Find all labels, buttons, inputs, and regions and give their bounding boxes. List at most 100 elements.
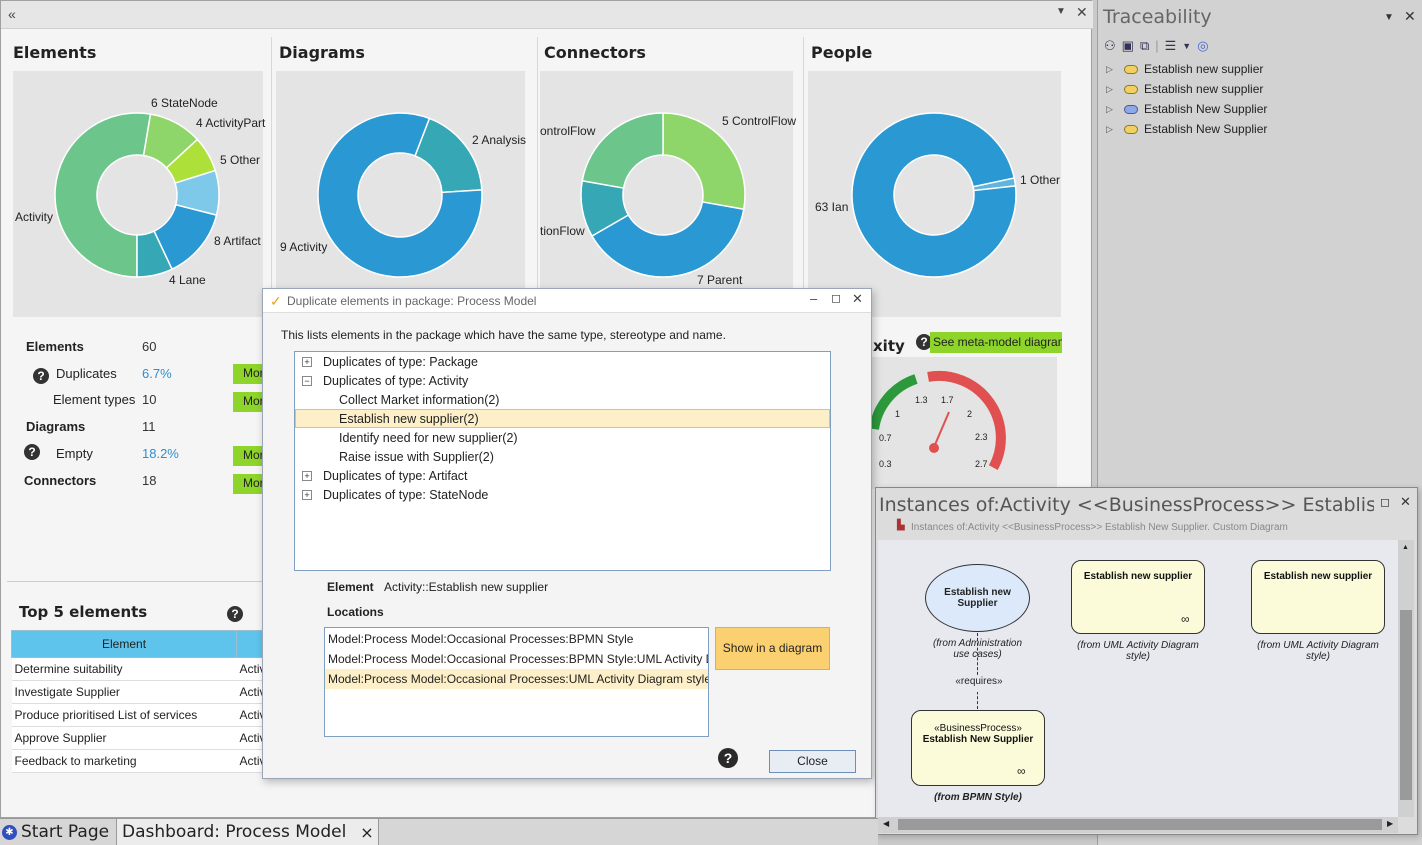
- diagram-canvas[interactable]: Establish new Supplier (from Administrat…: [878, 540, 1398, 817]
- expand-icon[interactable]: ▷: [1106, 124, 1116, 135]
- close-icon[interactable]: ✕: [1404, 8, 1416, 25]
- stat-duplicates-value[interactable]: 6.7%: [142, 366, 172, 381]
- vertical-scrollbar[interactable]: ▲: [1398, 540, 1414, 817]
- help-icon[interactable]: ?: [24, 444, 40, 460]
- location-item-selected[interactable]: Model:Process Model:Occasional Processes…: [325, 669, 708, 689]
- chart-label: 4 Lane: [169, 273, 206, 287]
- stat-empty-value[interactable]: 18.2%: [142, 446, 179, 461]
- scroll-right-icon[interactable]: ▶: [1387, 819, 1393, 828]
- tab-start-page[interactable]: ✱ Start Page: [2, 819, 116, 845]
- divider: [7, 581, 267, 582]
- help-icon[interactable]: ?: [718, 748, 738, 768]
- close-icon[interactable]: ✕: [1400, 494, 1411, 510]
- dropdown-icon[interactable]: ▼: [1056, 6, 1066, 17]
- close-icon[interactable]: ✕: [1076, 4, 1088, 21]
- activity-icon: [1124, 64, 1138, 74]
- tree-node[interactable]: Raise issue with Supplier(2): [295, 447, 830, 466]
- show-in-diagram-button[interactable]: Show in a diagram: [715, 627, 830, 670]
- gauge-tick: 1.7: [941, 395, 954, 405]
- filter-icon[interactable]: ☰: [1165, 38, 1177, 54]
- tree-node[interactable]: Identify need for new supplier(2): [295, 428, 830, 447]
- expand-icon[interactable]: ▷: [1106, 104, 1116, 115]
- help-icon[interactable]: ?: [227, 606, 243, 622]
- location-item[interactable]: Model:Process Model:Occasional Processes…: [325, 629, 708, 649]
- tree-node[interactable]: − Duplicates of type: Activity: [295, 371, 830, 390]
- collapse-icon[interactable]: «: [8, 6, 16, 22]
- scroll-left-icon[interactable]: ◀: [883, 819, 889, 828]
- expand-icon[interactable]: +: [302, 356, 312, 367]
- table-row[interactable]: Feedback to marketing Activ: [11, 749, 273, 773]
- meta-model-button[interactable]: See meta-model diagram: [930, 332, 1062, 353]
- gauge-red-arc: [927, 370, 1006, 471]
- usecase-node[interactable]: Establish new Supplier: [925, 564, 1030, 632]
- tree-item[interactable]: ▷ Establish New Supplier: [1106, 99, 1267, 119]
- panel-title-diagrams: Diagrams: [279, 43, 365, 62]
- tree-node-label: Duplicates of type: Artifact: [323, 468, 468, 483]
- duplicates-dialog: ✓ Duplicate elements in package: Process…: [262, 288, 872, 779]
- diagram-icon[interactable]: ⧉: [1140, 38, 1149, 54]
- close-icon[interactable]: ✕: [852, 291, 863, 307]
- panel-title-people: People: [811, 43, 873, 62]
- chart-label: 8 Artifact: [214, 234, 261, 248]
- table-row[interactable]: Investigate Supplier Activ: [11, 680, 273, 704]
- gauge-green-arc: [871, 374, 918, 430]
- binoculars-icon[interactable]: ⚇: [1104, 38, 1116, 54]
- expand-icon[interactable]: ▷: [1106, 64, 1116, 75]
- help-icon[interactable]: ◎: [1197, 38, 1208, 54]
- gauge-svg: [871, 370, 1006, 471]
- scroll-up-icon[interactable]: ▲: [1402, 544, 1409, 551]
- tree-node-selected[interactable]: Establish new supplier(2): [295, 409, 830, 428]
- expand-icon[interactable]: +: [302, 470, 312, 481]
- tree-node[interactable]: + Duplicates of type: Artifact: [295, 466, 830, 485]
- close-button[interactable]: Close: [769, 750, 856, 773]
- panel-title-connectors: Connectors: [544, 43, 646, 62]
- minimize-icon[interactable]: –: [810, 291, 817, 306]
- maximize-icon[interactable]: ◻: [1380, 495, 1390, 509]
- table-row[interactable]: Determine suitability Activ: [11, 657, 273, 681]
- tree-item[interactable]: ▷ Establish New Supplier: [1106, 119, 1267, 139]
- collapse-icon[interactable]: −: [302, 375, 312, 386]
- expand-icon[interactable]: ▷: [1106, 84, 1116, 95]
- divider: [537, 37, 538, 327]
- tab-label: Dashboard: Process Model: [122, 822, 347, 842]
- gauge-hub: [929, 443, 939, 453]
- gauge-tick: 1: [895, 409, 901, 419]
- tab-dashboard[interactable]: Dashboard: Process Model ×: [116, 819, 379, 845]
- cell-element: Investigate Supplier: [11, 680, 237, 704]
- help-icon[interactable]: ?: [33, 368, 49, 384]
- dependency-connector[interactable]: [977, 633, 978, 709]
- cell-element: Determine suitability: [11, 657, 237, 681]
- horizontal-scrollbar[interactable]: ◀ ▶: [878, 817, 1398, 833]
- expand-icon[interactable]: +: [302, 489, 312, 500]
- stat-element-types-label: Element types: [53, 392, 136, 407]
- table-row[interactable]: Produce prioritised List of services Acti…: [11, 703, 273, 727]
- scrollbar-thumb[interactable]: [898, 819, 1382, 830]
- tab-label: Start Page: [21, 822, 110, 842]
- maximize-icon[interactable]: ◻: [831, 291, 841, 305]
- locations-list: Model:Process Model:Occasional Processes…: [324, 627, 709, 737]
- location-item[interactable]: Model:Process Model:Occasional Processes…: [325, 649, 708, 669]
- properties-icon[interactable]: ▣: [1122, 38, 1134, 54]
- chart-label: ontrolFlow: [540, 124, 596, 138]
- separator-icon: |: [1155, 38, 1159, 53]
- table-row[interactable]: Approve Supplier Activ: [11, 726, 273, 750]
- dropdown-icon[interactable]: ▼: [1384, 12, 1394, 23]
- activity-note: (from UML Activity Diagram style): [1257, 640, 1379, 662]
- activity-node[interactable]: Establish new supplier: [1251, 560, 1385, 634]
- stat-duplicates-label: Duplicates: [56, 366, 117, 381]
- column-header-element[interactable]: Element: [10, 630, 238, 658]
- close-icon[interactable]: ×: [360, 823, 373, 842]
- stat-diagrams-label: Diagrams: [26, 419, 86, 434]
- tree-item[interactable]: ▷ Establish new supplier: [1106, 59, 1267, 79]
- tree-node[interactable]: + Duplicates of type: StateNode: [295, 485, 830, 504]
- scrollbar-thumb[interactable]: [1400, 610, 1412, 800]
- chart-label: 9 Activity: [280, 240, 328, 254]
- tree-item[interactable]: ▷ Establish new supplier: [1106, 79, 1267, 99]
- tree-node[interactable]: + Duplicates of type: Package: [295, 352, 830, 371]
- chart-label: Activity: [15, 210, 54, 224]
- gauge-tick: 2.3: [975, 432, 988, 442]
- tree-node-label: Establish new supplier(2): [339, 411, 479, 426]
- tree-item-label: Establish new supplier: [1144, 62, 1264, 76]
- tree-node[interactable]: Collect Market information(2): [295, 390, 830, 409]
- chevron-down-icon[interactable]: ▼: [1182, 38, 1191, 54]
